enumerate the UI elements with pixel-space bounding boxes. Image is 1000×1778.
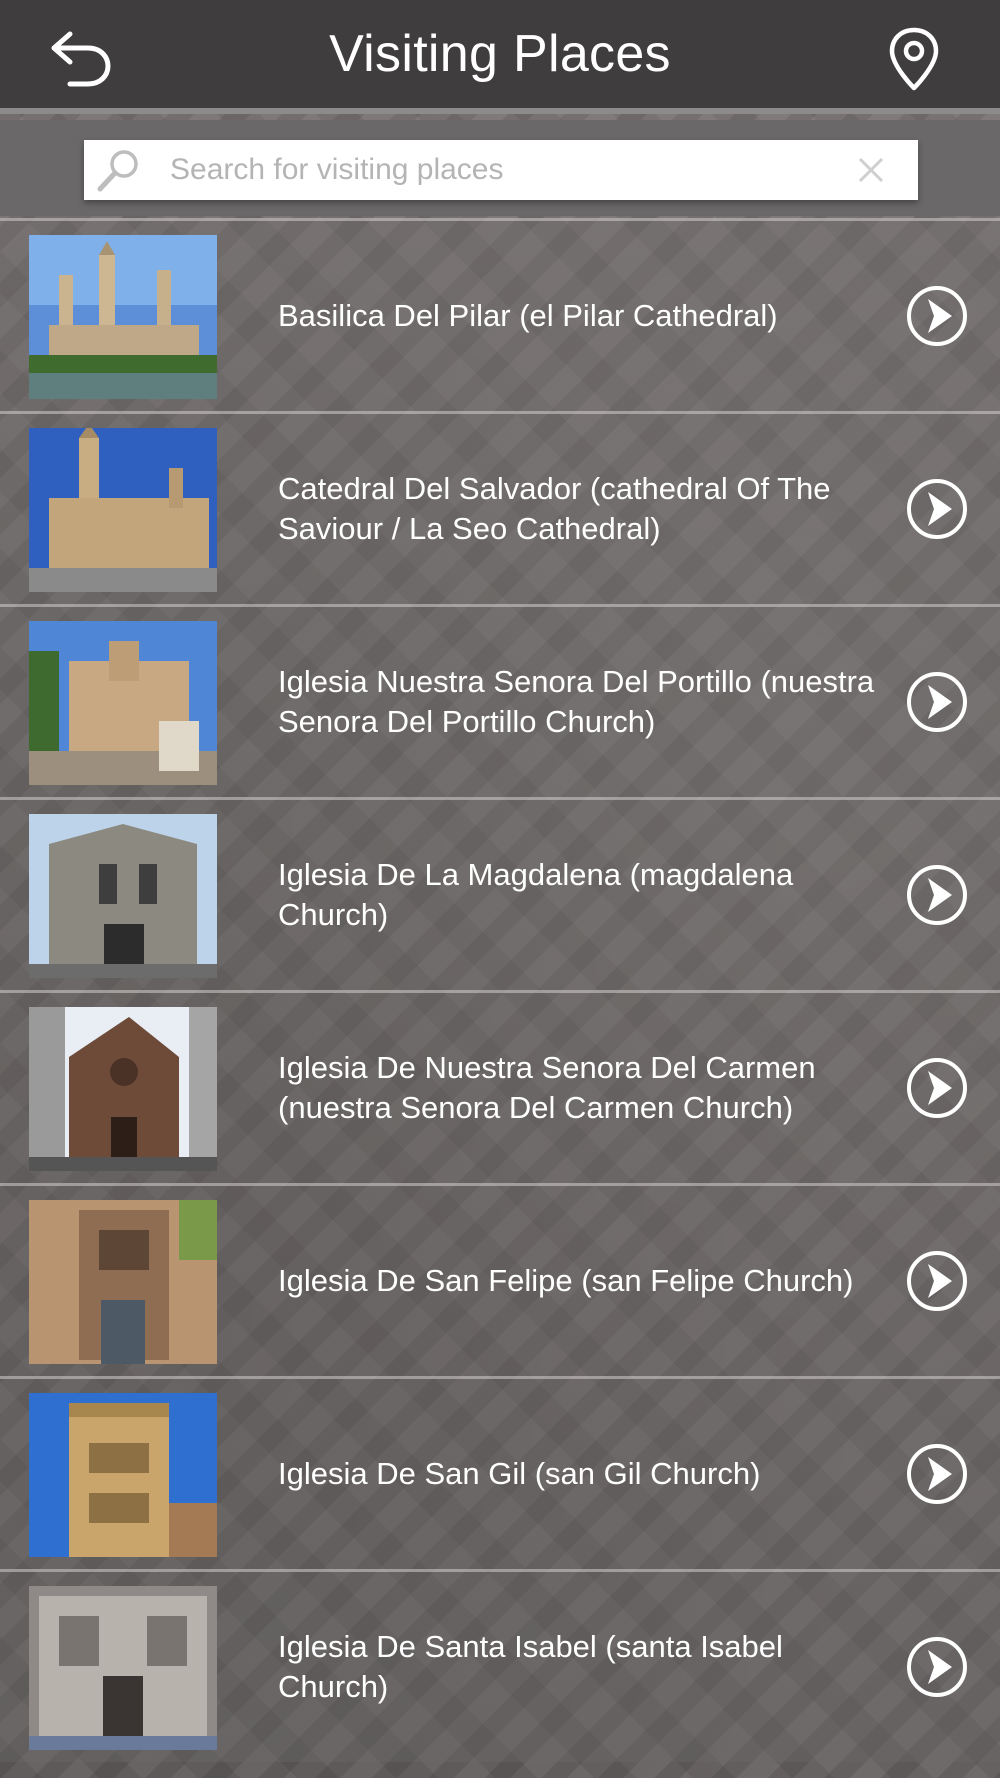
list-item[interactable]: Iglesia Nuestra Senora Del Portillo (nue…	[0, 604, 1000, 797]
list-item[interactable]: Iglesia De San Gil (san Gil Church)	[0, 1376, 1000, 1569]
chevron-right-circle-icon[interactable]	[906, 478, 968, 540]
header-bar: Visiting Places	[0, 0, 1000, 114]
list-item[interactable]: Catedral Del Salvador (cathedral Of The …	[0, 411, 1000, 604]
chevron-right-circle-icon[interactable]	[906, 1636, 968, 1698]
chevron-right-circle-icon[interactable]	[906, 671, 968, 733]
place-thumbnail	[29, 1393, 217, 1557]
chevron-right-circle-icon[interactable]	[906, 864, 968, 926]
list-item[interactable]: Iglesia De San Felipe (san Felipe Church…	[0, 1183, 1000, 1376]
chevron-right-circle-icon[interactable]	[906, 285, 968, 347]
places-list: Basilica Del Pilar (el Pilar Cathedral) …	[0, 218, 1000, 1762]
search-input[interactable]	[144, 140, 856, 200]
place-thumbnail	[29, 814, 217, 978]
place-thumbnail	[29, 428, 217, 592]
search-box[interactable]	[84, 140, 918, 200]
chevron-right-circle-icon[interactable]	[906, 1443, 968, 1505]
list-item[interactable]: Iglesia De La Magdalena (magdalena Churc…	[0, 797, 1000, 990]
place-name: Basilica Del Pilar (el Pilar Cathedral)	[278, 298, 778, 333]
list-item[interactable]: Iglesia De Nuestra Senora Del Carmen (nu…	[0, 990, 1000, 1183]
place-name: Iglesia De Santa Isabel (santa Isabel Ch…	[278, 1629, 783, 1704]
search-bar	[0, 120, 1000, 216]
chevron-right-circle-icon[interactable]	[906, 1250, 968, 1312]
place-thumbnail	[29, 1586, 217, 1750]
place-name: Iglesia De San Gil (san Gil Church)	[278, 1456, 761, 1491]
location-button[interactable]	[884, 26, 944, 92]
place-name: Iglesia De La Magdalena (magdalena Churc…	[278, 857, 794, 932]
list-item[interactable]: Basilica Del Pilar (el Pilar Cathedral)	[0, 218, 1000, 411]
place-name: Iglesia Nuestra Senora Del Portillo (nue…	[278, 664, 875, 739]
place-thumbnail	[29, 1200, 217, 1364]
clear-search-icon[interactable]	[856, 155, 886, 185]
chevron-right-circle-icon[interactable]	[906, 1057, 968, 1119]
place-name: Iglesia De Nuestra Senora Del Carmen (nu…	[278, 1050, 816, 1125]
back-button[interactable]	[48, 28, 116, 88]
page-title: Visiting Places	[329, 25, 671, 83]
search-icon	[97, 150, 138, 192]
map-pin-icon	[889, 27, 939, 91]
back-arrow-icon	[51, 31, 111, 87]
place-thumbnail	[29, 235, 217, 399]
list-item[interactable]: Iglesia De Santa Isabel (santa Isabel Ch…	[0, 1569, 1000, 1762]
place-thumbnail	[29, 1007, 217, 1171]
place-name: Catedral Del Salvador (cathedral Of The …	[278, 471, 831, 546]
place-name: Iglesia De San Felipe (san Felipe Church…	[278, 1263, 854, 1298]
place-thumbnail	[29, 621, 217, 785]
